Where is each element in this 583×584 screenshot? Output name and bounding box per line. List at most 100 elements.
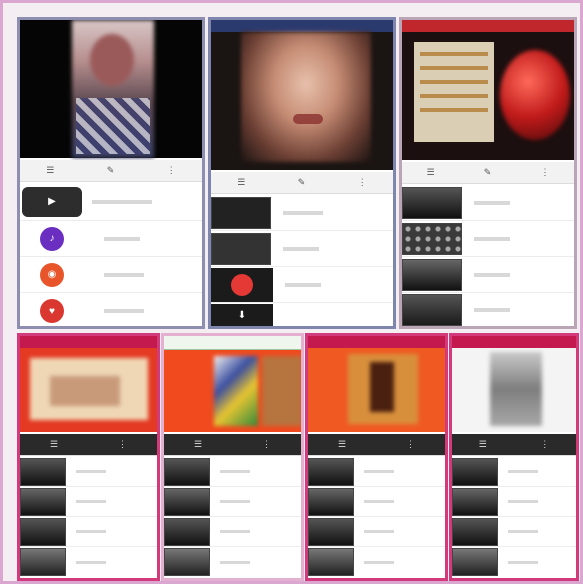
grid-icon [402, 222, 462, 255]
photo-thumbnail [308, 517, 354, 546]
list-item-label [220, 470, 250, 473]
screenshot-tile-4[interactable]: ☰ ⋮ [17, 333, 160, 581]
download-icon: ⬇ [211, 304, 273, 326]
share-icon[interactable]: ✎ [107, 165, 115, 176]
more-icon[interactable]: ⋮ [167, 165, 176, 176]
list-item[interactable] [308, 487, 445, 517]
list-item[interactable] [452, 547, 576, 577]
play-icon: ▶ [22, 186, 82, 217]
list-item[interactable] [164, 487, 301, 517]
photo-thumbnail [20, 548, 66, 576]
photo-thumbnail [402, 294, 462, 326]
screenshot-tile-1[interactable]: ☰ ✎ ⋮ ▶ ♪ ◉ ♥ [17, 17, 205, 329]
hero-image [20, 20, 202, 158]
app-toolbar: ☰ ✎ ⋮ [211, 172, 393, 194]
list-item-label [474, 200, 510, 205]
list-item[interactable] [402, 293, 574, 326]
screenshot-tile-2[interactable]: ☰ ✎ ⋮ ⬇ [208, 17, 396, 329]
list-item[interactable] [308, 457, 445, 487]
list-item[interactable]: ◉ [20, 257, 202, 293]
screenshot-tile-5[interactable]: ☰ ⋮ [161, 333, 304, 581]
list-item[interactable]: ♥ [20, 293, 202, 326]
photo-thumbnail [402, 258, 462, 291]
list-item[interactable]: ▶ [20, 183, 202, 221]
list-item-label [104, 309, 144, 313]
list-item[interactable]: ⬇ [211, 303, 393, 326]
list-item[interactable] [164, 547, 301, 577]
photo-thumbnail [20, 457, 66, 486]
collage-sheet: ☰ ✎ ⋮ ▶ ♪ ◉ ♥ ☰ ✎ ⋮ ⬇ ☰ ✎ ⋮ ☰ ⋮ ☰ ⋮ ☰ ⋮ … [0, 0, 583, 584]
photo-thumbnail [402, 186, 462, 219]
list-item[interactable]: ♪ [20, 221, 202, 257]
list-item[interactable] [308, 547, 445, 577]
list-item[interactable] [20, 517, 157, 547]
screenshot-tile-6[interactable]: ☰ ⋮ [305, 333, 448, 581]
menu-icon[interactable]: ☰ [46, 165, 54, 176]
list-item[interactable] [402, 257, 574, 293]
more-icon[interactable]: ⋮ [540, 167, 549, 178]
status-bar [20, 336, 157, 348]
screenshot-tile-3[interactable]: ☰ ✎ ⋮ [399, 17, 577, 329]
list-item[interactable] [452, 517, 576, 547]
more-icon[interactable]: ⋮ [406, 439, 415, 450]
list-item[interactable] [211, 267, 393, 303]
photo-thumbnail [20, 517, 66, 546]
item-list [308, 457, 445, 578]
record-icon [211, 267, 273, 302]
photo-thumbnail [211, 232, 271, 265]
menu-icon[interactable]: ☰ [237, 177, 245, 188]
list-item-label [364, 470, 394, 473]
list-item[interactable] [20, 457, 157, 487]
list-item[interactable] [402, 221, 574, 257]
menu-icon[interactable]: ☰ [194, 439, 202, 450]
app-toolbar: ☰ ✎ ⋮ [20, 160, 202, 182]
list-item-label [76, 530, 106, 533]
item-list [452, 457, 576, 578]
more-icon[interactable]: ⋮ [540, 439, 549, 450]
photo-thumbnail [164, 457, 210, 486]
list-item-label [220, 560, 250, 564]
list-item[interactable] [164, 517, 301, 547]
list-item-label [364, 500, 394, 503]
app-toolbar: ☰ ⋮ [308, 434, 445, 456]
item-list [20, 457, 157, 578]
hero-image [308, 348, 445, 432]
menu-icon[interactable]: ☰ [338, 439, 346, 450]
list-item-label [474, 308, 510, 312]
status-bar [452, 336, 576, 348]
menu-icon[interactable]: ☰ [479, 439, 487, 450]
share-icon[interactable]: ✎ [484, 167, 492, 178]
list-item[interactable] [164, 457, 301, 487]
share-icon[interactable]: ✎ [298, 177, 306, 188]
list-item[interactable] [402, 185, 574, 221]
list-item-label [364, 560, 394, 564]
screenshot-tile-7[interactable]: ☰ ⋮ [449, 333, 579, 581]
list-item[interactable] [211, 231, 393, 267]
list-item[interactable] [20, 487, 157, 517]
list-item[interactable] [20, 547, 157, 577]
more-icon[interactable]: ⋮ [358, 177, 367, 188]
list-item[interactable] [211, 195, 393, 231]
more-icon[interactable]: ⋮ [262, 439, 271, 450]
list-item[interactable] [308, 517, 445, 547]
menu-icon[interactable]: ☰ [50, 439, 58, 450]
photo-thumbnail [308, 487, 354, 516]
list-item-label [508, 470, 538, 473]
search-bar[interactable] [164, 336, 301, 350]
photo-thumbnail [308, 457, 354, 486]
more-icon[interactable]: ⋮ [118, 439, 127, 450]
photo-thumbnail [452, 517, 498, 546]
item-list: ⬇ [211, 195, 393, 326]
music-icon: ♪ [40, 226, 64, 251]
item-list: ▶ ♪ ◉ ♥ [20, 183, 202, 326]
status-bar [308, 336, 445, 348]
status-bar [211, 20, 393, 32]
menu-icon[interactable]: ☰ [427, 167, 435, 178]
photo-thumbnail [211, 196, 271, 229]
list-item[interactable] [452, 457, 576, 487]
list-item-label [76, 470, 106, 473]
photo-thumbnail [452, 548, 498, 576]
photo-thumbnail [164, 487, 210, 516]
list-item[interactable] [452, 487, 576, 517]
list-item-label [220, 500, 250, 503]
